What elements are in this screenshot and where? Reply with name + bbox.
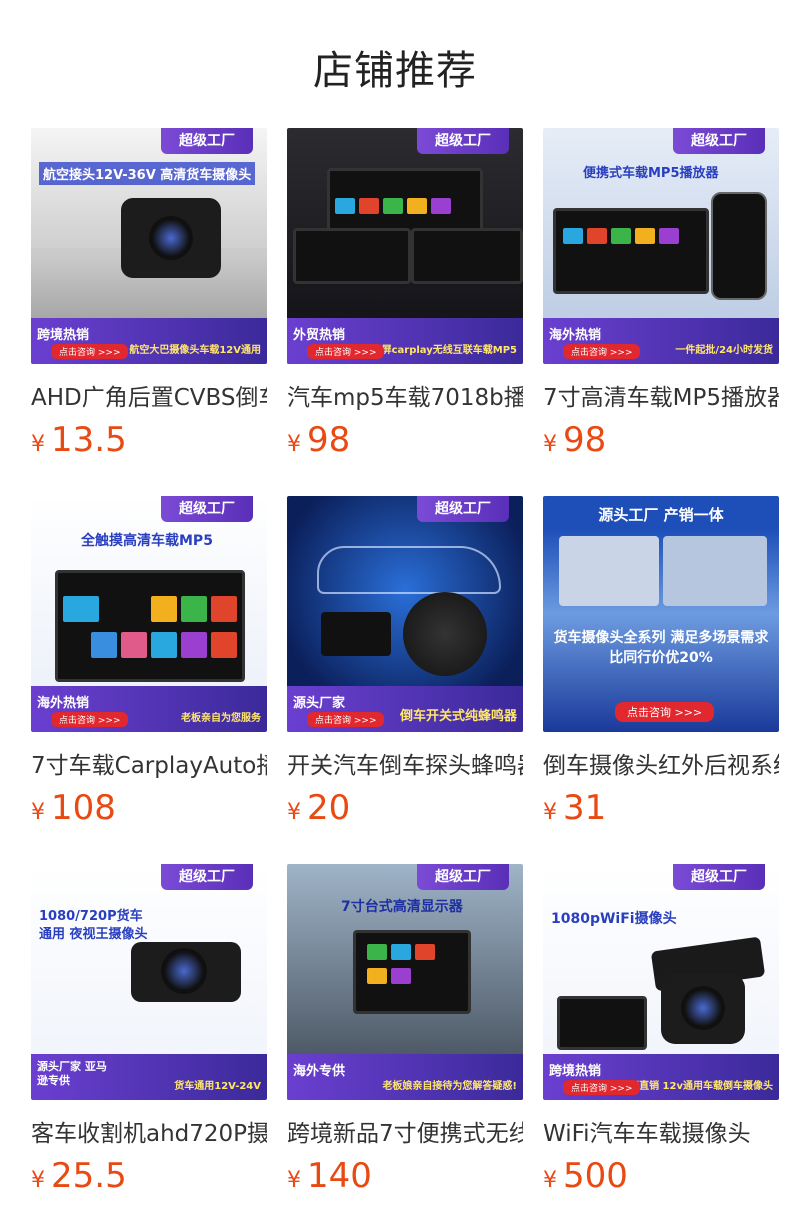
page-title: 店铺推荐 bbox=[313, 48, 477, 94]
product-image[interactable]: 超级工厂 便携式车载MP5播放器 海外热销 一件起批/24小时发货 点击咨询 >… bbox=[543, 128, 779, 364]
product-price: ¥31 bbox=[543, 788, 779, 828]
product-name[interactable]: 汽车mp5车载7018b播放器 bbox=[287, 378, 523, 412]
product-card[interactable]: 超级工厂 便携式车载MP5播放器 海外热销 一件起批/24小时发货 点击咨询 >… bbox=[543, 128, 779, 460]
price-value: 31 bbox=[563, 788, 607, 828]
tagline: 一件起批/24小时发货 bbox=[675, 345, 773, 356]
product-price: ¥140 bbox=[287, 1156, 523, 1196]
headline: 货车摄像头全系列 满足多场景需求 比同行价优20% bbox=[553, 630, 769, 666]
product-card[interactable]: 超级工厂 1080pWiFi摄像头 跨境热销 厂家直销 12v通用车载倒车摄像头… bbox=[543, 864, 779, 1196]
promo-label: 海外热销 bbox=[549, 328, 602, 343]
price-value: 98 bbox=[563, 420, 607, 460]
currency-symbol: ¥ bbox=[287, 800, 301, 825]
product-card[interactable]: 超级工厂 全触摸高清车载MP5 海外热销 老板亲自为您服务 点击咨询 >>> 7… bbox=[31, 496, 267, 828]
headline: 7寸台式高清显示器 bbox=[341, 899, 463, 915]
headline: 1080pWiFi摄像头 bbox=[551, 911, 677, 927]
promo-label: 源头厂家 亚马逊专供 bbox=[37, 1060, 107, 1087]
product-price: ¥20 bbox=[287, 788, 523, 828]
currency-symbol: ¥ bbox=[287, 432, 301, 457]
product-card[interactable]: 超级工厂 1080/720P货车通用 夜视王摄像头 源头厂家 亚马逊专供 货车通… bbox=[31, 864, 267, 1196]
product-name[interactable]: 开关汽车倒车探头蜂鸣器 bbox=[287, 746, 523, 780]
promo-label: 源头厂家 bbox=[293, 696, 346, 711]
product-name[interactable]: 客车收割机ahd720P摄像头 bbox=[31, 1114, 267, 1148]
tagline: 厂家直销 12v通用车载倒车摄像头 bbox=[619, 1081, 773, 1092]
product-name[interactable]: 倒车摄像头红外后视系统 bbox=[543, 746, 779, 780]
promo-label: 跨境热销 bbox=[549, 1064, 602, 1079]
consult-button[interactable]: 点击咨询 >>> bbox=[563, 1080, 641, 1095]
price-value: 500 bbox=[563, 1156, 628, 1196]
product-price: ¥98 bbox=[543, 420, 779, 460]
consult-button[interactable]: 点击咨询 >>> bbox=[51, 344, 129, 359]
tagline: 货车通用12V-24V bbox=[174, 1081, 261, 1092]
product-card[interactable]: 超级工厂 外贸热销 7寸高清大屏carplay无线互联车载MP5 点击咨询 >>… bbox=[287, 128, 523, 460]
badge: 超级工厂 bbox=[417, 496, 509, 522]
product-image[interactable]: 超级工厂 1080/720P货车通用 夜视王摄像头 源头厂家 亚马逊专供 货车通… bbox=[31, 864, 267, 1100]
badge: 超级工厂 bbox=[417, 864, 509, 890]
product-price: ¥25.5 bbox=[31, 1156, 267, 1196]
currency-symbol: ¥ bbox=[287, 1168, 301, 1193]
product-name[interactable]: 7寸高清车载MP5播放器 bbox=[543, 378, 779, 412]
product-card[interactable]: 超级工厂 源头厂家 倒车开关式纯蜂鸣器 点击咨询 >>> 开关汽车倒车探头蜂鸣器… bbox=[287, 496, 523, 828]
headline: 便携式车载MP5播放器 bbox=[583, 166, 719, 181]
product-image[interactable]: 超级工厂 全触摸高清车载MP5 海外热销 老板亲自为您服务 点击咨询 >>> bbox=[31, 496, 267, 732]
promo-label: 海外专供 bbox=[293, 1064, 346, 1079]
badge: 超级工厂 bbox=[161, 128, 253, 154]
badge: 超级工厂 bbox=[417, 128, 509, 154]
badge: 超级工厂 bbox=[161, 496, 253, 522]
product-name[interactable]: WiFi汽车车载摄像头 bbox=[543, 1114, 779, 1148]
currency-symbol: ¥ bbox=[543, 800, 557, 825]
consult-button[interactable]: 点击咨询 >>> bbox=[615, 702, 715, 722]
tagline: 老板亲自为您服务 bbox=[181, 713, 261, 724]
product-price: ¥98 bbox=[287, 420, 523, 460]
badge: 超级工厂 bbox=[673, 864, 765, 890]
price-value: 108 bbox=[51, 788, 116, 828]
product-image[interactable]: 超级工厂 7寸台式高清显示器 海外专供 老板娘亲自接待为您解答疑惑! bbox=[287, 864, 523, 1100]
price-value: 13.5 bbox=[51, 420, 127, 460]
consult-button[interactable]: 点击咨询 >>> bbox=[563, 344, 641, 359]
product-card[interactable]: 超级工厂 7寸台式高清显示器 海外专供 老板娘亲自接待为您解答疑惑! 跨境新品7… bbox=[287, 864, 523, 1196]
badge: 源头工厂 产销一体 bbox=[598, 506, 724, 524]
headline: 全触摸高清车载MP5 bbox=[81, 533, 213, 549]
tagline: 倒车开关式纯蜂鸣器 bbox=[399, 709, 517, 724]
consult-button[interactable]: 点击咨询 >>> bbox=[307, 712, 385, 727]
product-image[interactable]: 超级工厂 源头厂家 倒车开关式纯蜂鸣器 点击咨询 >>> bbox=[287, 496, 523, 732]
product-card[interactable]: 超级工厂 航空接头12V-36V 高清货车摄像头 跨境热销 航空大巴摄像头车载1… bbox=[31, 128, 267, 460]
currency-symbol: ¥ bbox=[543, 432, 557, 457]
promo-label: 海外热销 bbox=[37, 696, 90, 711]
currency-symbol: ¥ bbox=[31, 800, 45, 825]
currency-symbol: ¥ bbox=[543, 1168, 557, 1193]
headline: 航空接头12V-36V 高清货车摄像头 bbox=[39, 162, 256, 185]
product-name[interactable]: AHD广角后置CVBS倒车摄像头 bbox=[31, 378, 267, 412]
product-image[interactable]: 超级工厂 航空接头12V-36V 高清货车摄像头 跨境热销 航空大巴摄像头车载1… bbox=[31, 128, 267, 364]
badge: 超级工厂 bbox=[673, 128, 765, 154]
product-image[interactable]: 超级工厂 1080pWiFi摄像头 跨境热销 厂家直销 12v通用车载倒车摄像头… bbox=[543, 864, 779, 1100]
consult-button[interactable]: 点击咨询 >>> bbox=[51, 712, 129, 727]
price-value: 25.5 bbox=[51, 1156, 127, 1196]
headline: 1080/720P货车通用 夜视王摄像头 bbox=[39, 909, 148, 942]
product-name[interactable]: 跨境新品7寸便携式无线显示器 bbox=[287, 1114, 523, 1148]
consult-button[interactable]: 点击咨询 >>> bbox=[307, 344, 385, 359]
product-image[interactable]: 超级工厂 外贸热销 7寸高清大屏carplay无线互联车载MP5 点击咨询 >>… bbox=[287, 128, 523, 364]
product-price: ¥500 bbox=[543, 1156, 779, 1196]
currency-symbol: ¥ bbox=[31, 432, 45, 457]
price-value: 140 bbox=[307, 1156, 372, 1196]
badge: 超级工厂 bbox=[161, 864, 253, 890]
product-card[interactable]: 源头工厂 产销一体 货车摄像头全系列 满足多场景需求 比同行价优20% 点击咨询… bbox=[543, 496, 779, 828]
product-name[interactable]: 7寸车载CarplayAuto播放器 bbox=[31, 746, 267, 780]
price-value: 20 bbox=[307, 788, 351, 828]
product-price: ¥108 bbox=[31, 788, 267, 828]
tagline: 老板娘亲自接待为您解答疑惑! bbox=[382, 1081, 517, 1092]
currency-symbol: ¥ bbox=[31, 1168, 45, 1193]
price-value: 98 bbox=[307, 420, 351, 460]
tagline: 航空大巴摄像头车载12V通用 bbox=[129, 345, 261, 356]
product-price: ¥13.5 bbox=[31, 420, 267, 460]
promo-label: 跨境热销 bbox=[37, 328, 90, 343]
product-image[interactable]: 源头工厂 产销一体 货车摄像头全系列 满足多场景需求 比同行价优20% 点击咨询… bbox=[543, 496, 779, 732]
